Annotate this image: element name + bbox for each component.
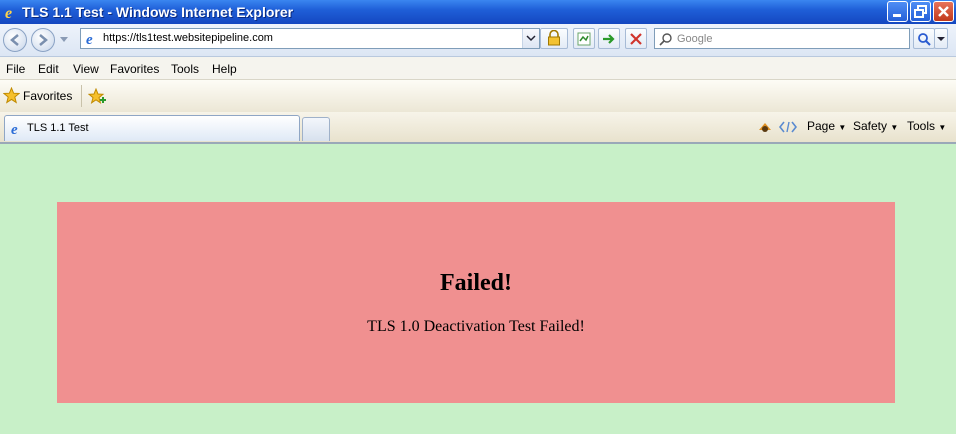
magnifier-icon: [918, 33, 931, 46]
tools-menu-label: Tools: [907, 119, 936, 133]
stop-x-icon: [630, 33, 642, 45]
new-tab-button[interactable]: [302, 117, 330, 141]
menu-bar: File Edit View Favorites Tools Help: [0, 57, 956, 80]
tab-tls-test[interactable]: e TLS 1.1 Test: [4, 115, 300, 141]
result-panel: Failed! TLS 1.0 Deactivation Test Failed…: [57, 202, 895, 403]
svg-text:e: e: [5, 5, 12, 20]
menu-edit[interactable]: Edit: [38, 62, 59, 76]
minimize-button[interactable]: [887, 1, 908, 22]
search-placeholder: Google: [677, 33, 713, 45]
address-toolbar: e https://tls1test.websitepipeline.com G…: [0, 24, 956, 57]
close-window-button[interactable]: [933, 1, 954, 22]
menu-tools[interactable]: Tools: [171, 62, 199, 76]
star-icon: [3, 87, 20, 104]
tab-bar: e TLS 1.1 Test Page ▼ Safety ▼ Tools ▼: [0, 112, 956, 144]
menu-help[interactable]: Help: [212, 62, 237, 76]
feeds-icon[interactable]: [779, 120, 797, 134]
window-title: TLS 1.1 Test - Windows Internet Explorer: [22, 4, 294, 20]
search-options-button[interactable]: [934, 28, 948, 49]
search-box[interactable]: Google: [654, 28, 910, 49]
menu-file[interactable]: File: [6, 62, 25, 76]
page-menu-button[interactable]: Page ▼: [807, 119, 846, 133]
search-icon: [659, 33, 672, 46]
forward-button[interactable]: [31, 28, 55, 52]
favorites-bar: Favorites: [0, 80, 956, 113]
compatibility-view-button[interactable]: [573, 28, 595, 49]
result-message: TLS 1.0 Deactivation Test Failed!: [367, 318, 585, 335]
result-heading: Failed!: [440, 270, 512, 296]
search-go-button[interactable]: [913, 28, 935, 49]
menu-view[interactable]: View: [73, 62, 99, 76]
favorites-button[interactable]: Favorites: [3, 87, 73, 105]
chevron-down-icon: ▼: [838, 123, 847, 132]
restore-icon: [914, 5, 927, 18]
tab-title: TLS 1.1 Test: [27, 122, 89, 134]
go-arrow-icon: [603, 34, 615, 44]
history-dropdown-icon[interactable]: [59, 36, 69, 44]
lock-icon: [548, 29, 560, 46]
address-dropdown-button[interactable]: [522, 29, 539, 48]
chevron-down-icon: [937, 37, 945, 41]
security-lock-button[interactable]: [540, 28, 568, 49]
add-favorite-icon[interactable]: [88, 88, 106, 106]
back-button[interactable]: [3, 28, 27, 52]
page-ie-icon: e: [11, 122, 18, 137]
safety-menu-button[interactable]: Safety ▼: [853, 119, 898, 133]
page-ie-icon: e: [86, 32, 93, 47]
compatibility-icon: [577, 32, 591, 46]
favorites-label: Favorites: [23, 89, 73, 103]
back-arrow-icon: [10, 34, 19, 46]
go-button[interactable]: [598, 28, 620, 49]
chevron-down-icon: ▼: [938, 123, 947, 132]
tools-menu-button[interactable]: Tools ▼: [907, 119, 946, 133]
research-icon[interactable]: [757, 120, 773, 134]
page-content: Failed! TLS 1.0 Deactivation Test Failed…: [0, 144, 956, 434]
svg-text:e: e: [11, 122, 18, 137]
restore-button[interactable]: [910, 1, 931, 22]
title-bar: e TLS 1.1 Test - Windows Internet Explor…: [0, 0, 956, 24]
stop-button[interactable]: [625, 28, 647, 49]
svg-text:e: e: [86, 32, 93, 47]
minimize-icon: [893, 14, 901, 17]
toolbar-divider: [81, 85, 82, 107]
forward-arrow-icon: [39, 34, 48, 46]
menu-favorites[interactable]: Favorites: [110, 62, 159, 76]
ie-logo-icon: e: [5, 5, 12, 20]
address-bar[interactable]: e https://tls1test.websitepipeline.com: [80, 28, 540, 49]
safety-menu-label: Safety: [853, 119, 888, 133]
address-url[interactable]: https://tls1test.websitepipeline.com: [103, 32, 273, 44]
chevron-down-icon: [526, 35, 536, 42]
close-icon: [938, 6, 949, 17]
chevron-down-icon: ▼: [890, 123, 899, 132]
page-menu-label: Page: [807, 119, 836, 133]
